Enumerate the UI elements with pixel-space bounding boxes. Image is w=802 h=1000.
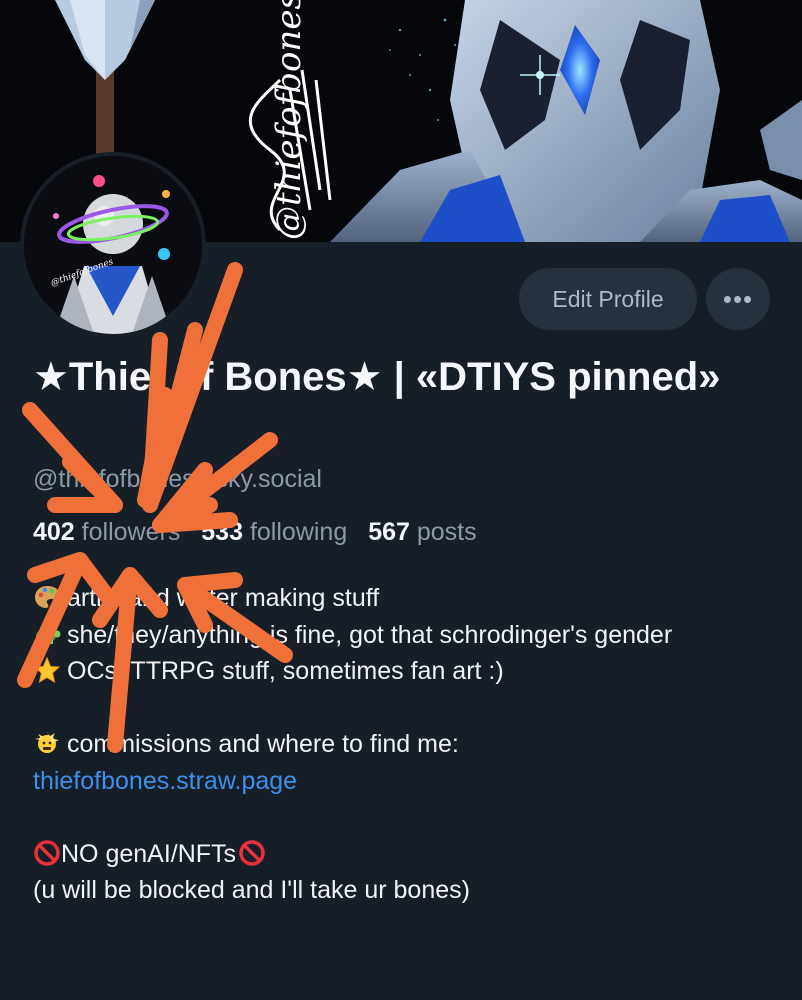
profile-stats: 402 followers 533 following 567 posts [33, 518, 477, 547]
following-count: 533 [201, 518, 243, 546]
bio-link[interactable]: thiefofbones.straw.page [33, 767, 297, 795]
bio-text: she/they/anything is fine, got that schr… [67, 620, 673, 649]
glowing-star-emoji-icon [33, 656, 61, 684]
bio-text: OCs, TTRPG stuff, sometimes fan art :) [67, 657, 504, 685]
bio-text: artist and writer making stuff [67, 584, 380, 612]
bio-blank-line [33, 799, 773, 836]
following-label: following [249, 518, 348, 546]
palette-emoji-icon [35, 586, 59, 608]
more-options-button[interactable]: ••• [706, 268, 770, 330]
display-name: ★Thief of Bones★ | «DTIYS pinned» [33, 355, 721, 399]
avatar-frame: @thiefofbones [20, 152, 206, 338]
followers-stat[interactable]: 402 followers [33, 518, 180, 546]
more-dots-icon: ••• [722, 283, 754, 314]
explosion-emoji-icon [35, 731, 59, 753]
bio-text: NO genAI/NFTs [61, 839, 237, 868]
bio-text: commissions and where to find me: [67, 730, 459, 758]
bio-line: NO genAI/NFTs [33, 836, 773, 873]
posts-label: posts [416, 518, 477, 546]
profile-bio: artist and writer making stuff she/they/… [33, 580, 773, 909]
bio-line: thiefofbones.straw.page [33, 763, 773, 800]
followers-count: 402 [33, 518, 75, 546]
bio-line: commissions and where to find me: [33, 726, 773, 763]
bio-blank-line [33, 690, 773, 727]
edit-profile-button[interactable]: Edit Profile [519, 268, 697, 330]
bio-line: artist and writer making stuff [33, 580, 773, 617]
bio-line: OCs, TTRPG stuff, sometimes fan art :) [33, 653, 773, 690]
followers-label: followers [81, 518, 181, 546]
prohibited-emoji-icon [239, 839, 265, 866]
posts-stat: 567 posts [368, 518, 476, 546]
bio-line: she/they/anything is fine, got that schr… [33, 617, 773, 654]
avatar[interactable]: @thiefofbones [24, 156, 202, 334]
bio-text: (u will be blocked and I'll take ur bone… [33, 876, 470, 904]
following-stat[interactable]: 533 following [201, 518, 347, 546]
turtle-emoji-icon [36, 628, 61, 644]
prohibited-emoji-icon [34, 839, 60, 866]
posts-count: 567 [368, 518, 410, 546]
banner-signature: @thiefofbones [269, 0, 309, 240]
handle: @thiefofbones.bsky.social [33, 465, 322, 493]
bio-line: (u will be blocked and I'll take ur bone… [33, 872, 773, 909]
